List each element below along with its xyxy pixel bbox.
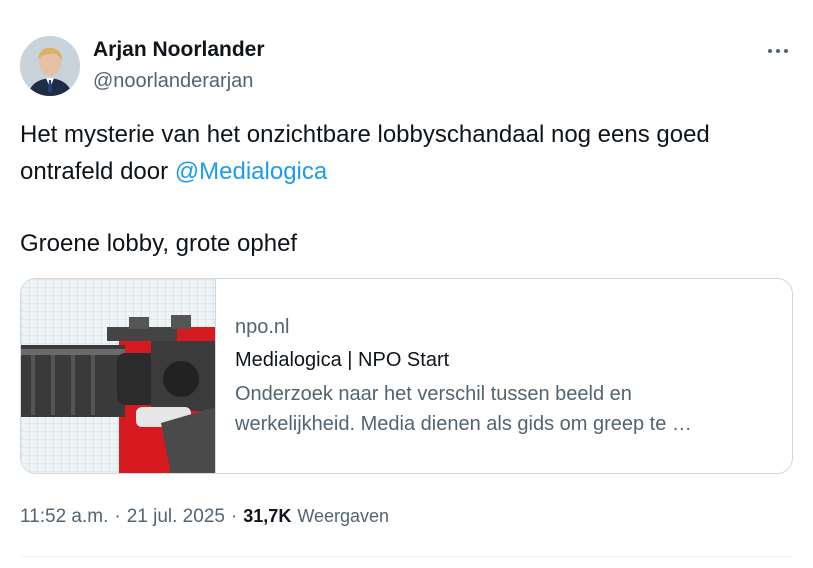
link-preview-card[interactable]: npo.nl Medialogica | NPO Start Onderzoek…: [20, 278, 793, 474]
author-name[interactable]: Arjan Noorlander: [93, 38, 265, 62]
camera-thumbnail-image: [21, 279, 215, 473]
more-options-button[interactable]: [758, 36, 798, 66]
tweet: Arjan Noorlander @noorlanderarjan Het my…: [0, 0, 813, 568]
tweet-text-line: ontrafeld door @Medialogica: [20, 153, 800, 190]
tweet-text-prefix: ontrafeld door: [20, 158, 175, 185]
avatar[interactable]: [20, 36, 80, 96]
views-count[interactable]: 31,7K: [243, 506, 291, 527]
card-description: Onderzoek naar het verschil tussen beeld…: [235, 379, 780, 439]
card-description-line: werkelijkheid. Media dienen als gids om …: [235, 413, 692, 435]
tweet-text: Het mysterie van het onzichtbare lobbysc…: [20, 116, 800, 262]
tweet-text-line: Groene lobby, grote ophef: [20, 230, 298, 257]
tweet-time[interactable]: 11:52 a.m.: [20, 506, 108, 528]
tweet-text-line: Het mysterie van het onzichtbare lobbysc…: [20, 121, 710, 148]
more-horizontal-icon: [766, 49, 790, 53]
tweet-metadata: 11:52 a.m. · 21 jul. 2025 · 31,7K Weerga…: [20, 506, 389, 528]
paragraph-break: [20, 190, 800, 225]
tweet-date[interactable]: 21 jul. 2025: [127, 506, 225, 528]
separator: ·: [230, 506, 238, 527]
views-label: Weergaven: [297, 506, 390, 526]
card-title: Medialogica | NPO Start: [235, 349, 450, 371]
mention-link[interactable]: @Medialogica: [175, 158, 327, 185]
card-domain: npo.nl: [235, 316, 290, 338]
divider: [20, 556, 793, 557]
separator: ·: [114, 506, 121, 527]
card-description-line: Onderzoek naar het verschil tussen beeld…: [235, 383, 632, 405]
card-thumbnail: [21, 279, 216, 473]
avatar-image: [20, 36, 80, 96]
author-handle[interactable]: @noorlanderarjan: [93, 70, 253, 93]
